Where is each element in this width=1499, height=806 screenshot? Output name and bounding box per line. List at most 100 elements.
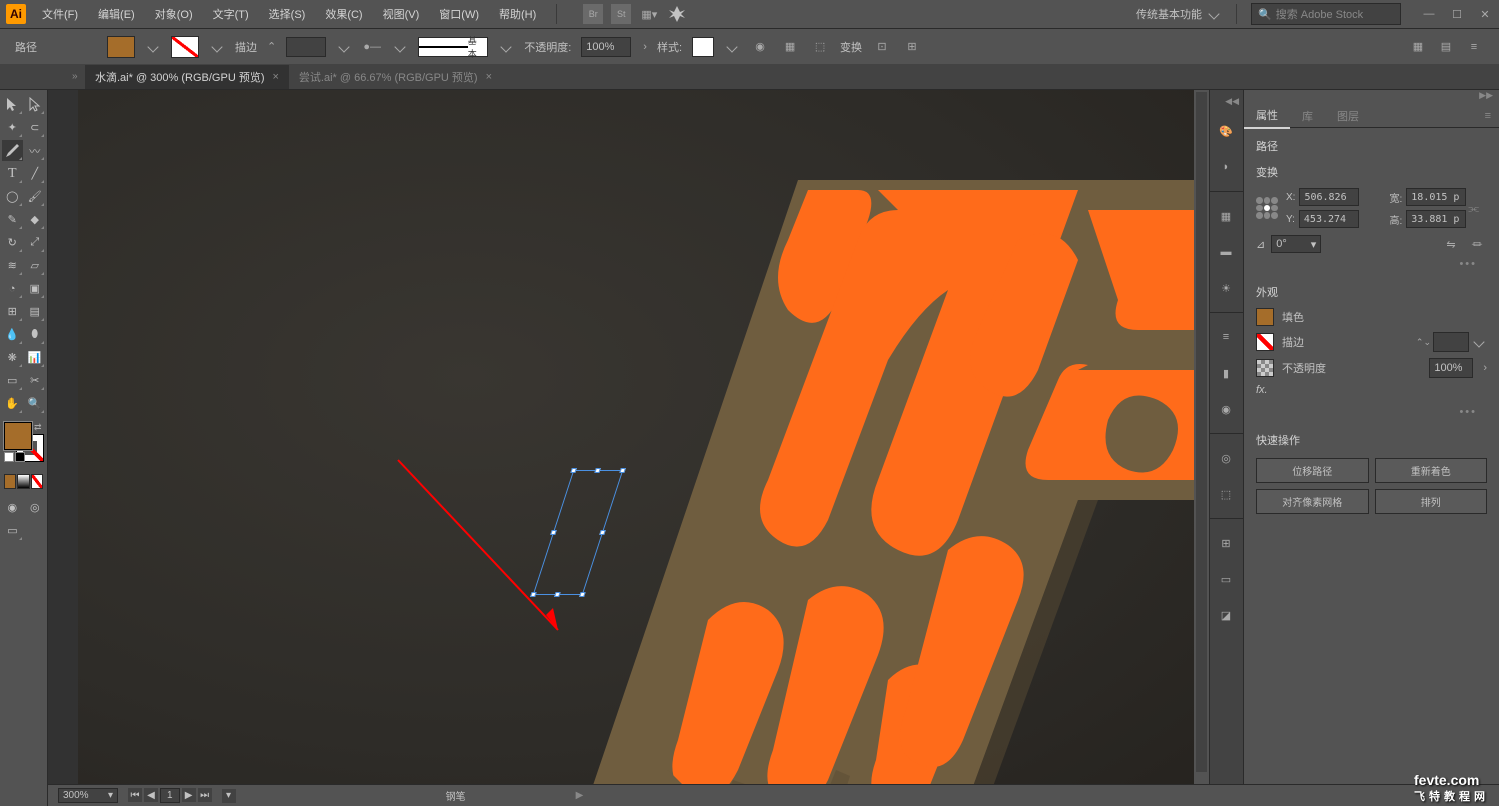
- stroke-label[interactable]: 描边: [235, 39, 257, 55]
- slice-tool[interactable]: ✂: [25, 370, 46, 391]
- y-input[interactable]: [1299, 210, 1359, 228]
- tab-properties[interactable]: 属性: [1244, 103, 1290, 129]
- stroke-panel-icon[interactable]: ≡: [1214, 325, 1238, 349]
- last-artboard-icon[interactable]: ⏭: [198, 788, 212, 802]
- opacity-swatch[interactable]: [1256, 359, 1274, 377]
- collapse-panel-icon[interactable]: ▶▶: [1479, 90, 1493, 104]
- arrange-button[interactable]: 排列: [1375, 489, 1488, 514]
- stroke-swatch[interactable]: [171, 36, 199, 58]
- graphic-style-swatch[interactable]: [692, 37, 714, 57]
- fill-stroke-indicator[interactable]: ⇄: [4, 422, 44, 462]
- chevron-down-icon[interactable]: [726, 41, 737, 52]
- panel-menu-icon[interactable]: ≡: [1477, 106, 1499, 126]
- artboard-nav-icon[interactable]: ▾: [222, 789, 236, 803]
- more-options-icon[interactable]: •••: [1256, 402, 1487, 422]
- menu-select[interactable]: 选择(S): [265, 4, 310, 24]
- opacity-label[interactable]: 不透明度:: [524, 39, 571, 55]
- scale-tool[interactable]: ⤢: [25, 232, 46, 253]
- minimize-icon[interactable]: —: [1421, 6, 1437, 22]
- hand-tool[interactable]: ✋: [2, 393, 23, 414]
- stepper-down-icon[interactable]: ⌃: [267, 40, 276, 53]
- edit-icon[interactable]: ⊞: [902, 37, 922, 57]
- swatches-panel-icon[interactable]: ▦: [1214, 204, 1238, 228]
- chevron-down-icon[interactable]: [395, 41, 406, 52]
- stock-icon[interactable]: St: [611, 4, 631, 24]
- menu-window[interactable]: 窗口(W): [435, 4, 483, 24]
- opacity-arrow-icon[interactable]: ›: [1483, 362, 1487, 374]
- paintbrush-tool[interactable]: 🖌: [25, 186, 46, 207]
- stepper-icon[interactable]: ⌃⌄: [1416, 337, 1431, 348]
- curvature-tool[interactable]: 〰: [25, 140, 46, 161]
- pathfinder-icon[interactable]: ◪: [1214, 603, 1238, 627]
- status-menu-icon[interactable]: ▶: [576, 790, 584, 801]
- canvas-area[interactable]: [78, 90, 1194, 806]
- selection-tool[interactable]: [2, 94, 23, 115]
- menu-effect[interactable]: 效果(C): [321, 4, 366, 24]
- mesh-tool[interactable]: ⊞: [2, 301, 23, 322]
- zoom-level-input[interactable]: 300%▾: [58, 788, 118, 803]
- align-panel-icon[interactable]: ⊞: [1214, 531, 1238, 555]
- transform-panel-icon[interactable]: ▭: [1214, 567, 1238, 591]
- menu-file[interactable]: 文件(F): [38, 4, 82, 24]
- eyedropper-tool[interactable]: 💧: [2, 324, 23, 345]
- color-panel-icon[interactable]: 🎨: [1214, 119, 1238, 143]
- gradient-mode-swatch[interactable]: [17, 474, 29, 489]
- fill-color-swatch[interactable]: [1256, 308, 1274, 326]
- draw-mode-behind[interactable]: ◎: [25, 497, 46, 518]
- document-tab-active[interactable]: 水滴.ai* @ 300% (RGB/GPU 预览) ×: [85, 65, 289, 89]
- free-transform-tool[interactable]: ▱: [25, 255, 46, 276]
- brushes-panel-icon[interactable]: ▬: [1214, 240, 1238, 264]
- panel-icon[interactable]: ▦: [1408, 37, 1428, 57]
- more-options-icon[interactable]: •••: [1256, 254, 1487, 274]
- isolate-icon[interactable]: ⊡: [872, 37, 892, 57]
- panel-menu-icon[interactable]: ≡: [1464, 37, 1484, 57]
- rotation-input[interactable]: 0°▾: [1271, 235, 1321, 253]
- opacity-input[interactable]: 100%: [581, 37, 631, 57]
- flip-horizontal-icon[interactable]: ⇋: [1441, 234, 1461, 254]
- screen-mode-icon[interactable]: ▭: [2, 520, 23, 541]
- transform-label[interactable]: 变换: [840, 39, 862, 55]
- stroke-weight-input[interactable]: [1433, 332, 1469, 352]
- vertical-scrollbar[interactable]: [1194, 90, 1209, 806]
- tab-layers[interactable]: 图层: [1325, 104, 1371, 128]
- shape-builder-tool[interactable]: ◔: [2, 278, 23, 299]
- menu-type[interactable]: 文字(T): [209, 4, 253, 24]
- stroke-color-swatch[interactable]: [1256, 333, 1274, 351]
- gpu-icon[interactable]: [667, 4, 687, 24]
- color-guide-icon[interactable]: ◗: [1214, 155, 1238, 179]
- collapse-dock-icon[interactable]: ◀◀: [1214, 96, 1239, 107]
- blend-tool[interactable]: ⬮: [25, 324, 46, 345]
- tab-libraries[interactable]: 库: [1290, 104, 1325, 128]
- color-mode-swatch[interactable]: [4, 474, 16, 489]
- lasso-tool[interactable]: ⊂: [25, 117, 46, 138]
- align-icon[interactable]: ▦: [780, 37, 800, 57]
- swap-fill-stroke-icon[interactable]: ⇄: [34, 422, 42, 433]
- menu-edit[interactable]: 编辑(E): [94, 4, 139, 24]
- constrain-proportions-icon[interactable]: ⫘: [1468, 201, 1479, 216]
- height-input[interactable]: [1406, 210, 1466, 228]
- artboard-number-input[interactable]: 1: [160, 788, 180, 803]
- artboard-tool[interactable]: ▭: [2, 370, 23, 391]
- chevron-down-icon[interactable]: [339, 41, 350, 52]
- menu-help[interactable]: 帮助(H): [495, 4, 540, 24]
- opacity-arrow-icon[interactable]: ›: [643, 41, 647, 53]
- width-input[interactable]: [1406, 188, 1466, 206]
- flip-vertical-icon[interactable]: ⏛: [1467, 234, 1487, 254]
- reference-point-selector[interactable]: [1256, 197, 1278, 219]
- chevron-down-icon[interactable]: [147, 41, 158, 52]
- transparency-panel-icon[interactable]: ◉: [1214, 397, 1238, 421]
- gradient-panel-icon[interactable]: ▮: [1214, 361, 1238, 385]
- rotate-tool[interactable]: ↻: [2, 232, 23, 253]
- gradient-tool[interactable]: ▤: [25, 301, 46, 322]
- recolor-button[interactable]: 重新着色: [1375, 458, 1488, 483]
- panel-icon[interactable]: ▤: [1436, 37, 1456, 57]
- shape-icon[interactable]: ⬚: [810, 37, 830, 57]
- symbols-panel-icon[interactable]: ☀: [1214, 276, 1238, 300]
- direct-selection-tool[interactable]: [25, 94, 46, 115]
- maximize-icon[interactable]: ☐: [1449, 6, 1465, 22]
- draw-mode-normal[interactable]: ◉: [2, 497, 23, 518]
- appearance-panel-icon[interactable]: ◎: [1214, 446, 1238, 470]
- close-icon[interactable]: ✕: [1477, 6, 1493, 22]
- first-artboard-icon[interactable]: ⏮: [128, 788, 142, 802]
- menu-view[interactable]: 视图(V): [379, 4, 424, 24]
